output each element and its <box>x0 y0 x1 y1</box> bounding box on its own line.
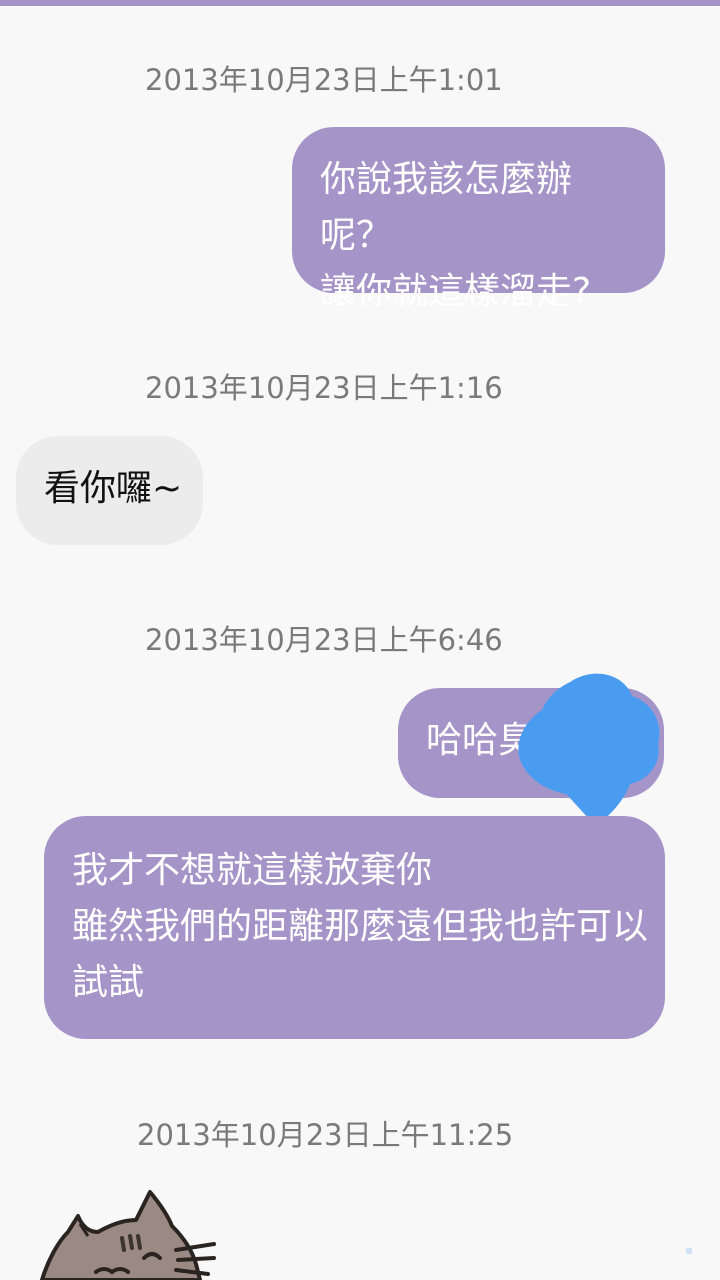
top-accent-bar <box>0 0 720 6</box>
scroll-indicator <box>686 1248 692 1254</box>
chat-screen: 2013年10月23日上午1:01 你說我該怎麼辦呢？ 讓你就這樣溜走? 201… <box>0 0 720 1280</box>
message-timestamp: 2013年10月23日上午11:25 <box>137 1118 514 1152</box>
message-timestamp: 2013年10月23日上午1:16 <box>145 371 503 405</box>
outgoing-message-bubble[interactable]: 你說我該怎麼辦呢？ 讓你就這樣溜走? <box>292 127 665 312</box>
pusheen-cat-sticker-icon[interactable] <box>38 1186 238 1280</box>
message-timestamp: 2013年10月23日上午6:46 <box>145 623 503 657</box>
redaction-scribble <box>518 673 660 826</box>
outgoing-message-bubble[interactable]: 我才不想就這樣放棄你 雖然我們的距離那麼遠但我也許可以 試試 <box>44 816 665 1039</box>
message-timestamp: 2013年10月23日上午1:01 <box>145 63 503 97</box>
incoming-message-bubble[interactable]: 看你囉~ <box>16 436 203 545</box>
